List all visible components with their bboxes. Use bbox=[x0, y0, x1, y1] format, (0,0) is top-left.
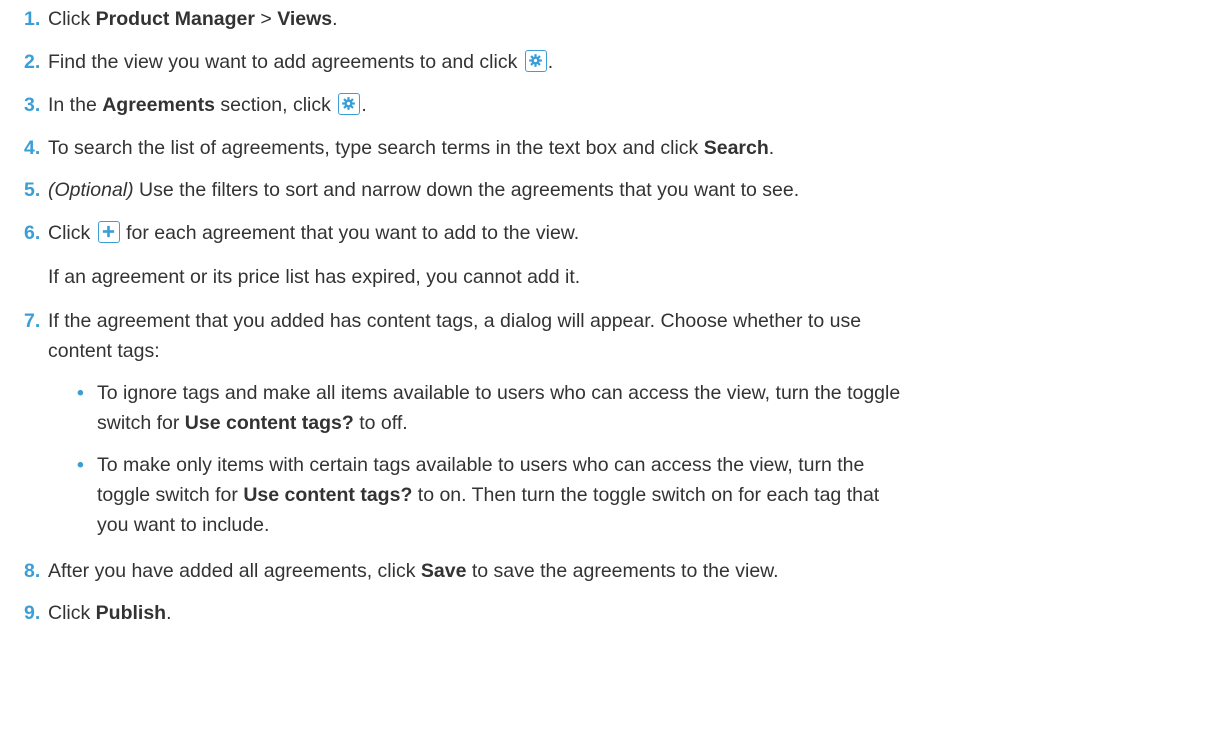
bullet-2-line-2: toggle switch for Use content tags? to o… bbox=[97, 484, 880, 506]
step-text: Click for each agreement that you want t… bbox=[48, 221, 580, 244]
step-text: In the Agreements section, click . bbox=[48, 93, 367, 116]
step-7-text-cont: content tags: bbox=[48, 340, 160, 362]
step-number: 6. bbox=[24, 222, 41, 244]
step-text: If the agreement that you added has cont… bbox=[48, 310, 862, 332]
bullet-marker: • bbox=[77, 382, 84, 404]
step-number: 3. bbox=[24, 94, 41, 116]
gear-icon bbox=[338, 93, 361, 115]
bullet-1-line-1: To ignore tags and make all items availa… bbox=[97, 382, 901, 404]
plus-icon bbox=[97, 221, 120, 243]
menu-product-manager: Product Manager bbox=[95, 8, 255, 30]
bullet-marker: • bbox=[77, 454, 84, 476]
save-button-label: Save bbox=[420, 560, 467, 582]
bullet-1-line-2: switch for Use content tags? to off. bbox=[97, 412, 408, 434]
step-text: Find the view you want to add agreements… bbox=[48, 50, 554, 73]
step-text: Click Product Manager > Views. bbox=[48, 8, 338, 30]
step-6-note: If an agreement or its price list has ex… bbox=[48, 266, 581, 288]
use-content-tags-label: Use content tags? bbox=[243, 484, 413, 506]
step-text: To search the list of agreements, type s… bbox=[48, 137, 775, 159]
step-number: 8. bbox=[24, 560, 41, 582]
gear-icon bbox=[524, 50, 547, 72]
bullet-2-line-3: you want to include. bbox=[97, 514, 270, 536]
use-content-tags-label: Use content tags? bbox=[184, 412, 354, 434]
bullet-2-line-1: To make only items with certain tags ava… bbox=[97, 454, 865, 476]
step-number: 7. bbox=[24, 310, 41, 332]
step-number: 9. bbox=[24, 602, 41, 624]
step-number: 4. bbox=[24, 137, 41, 159]
search-button-label: Search bbox=[703, 137, 769, 159]
optional-label: (Optional) bbox=[48, 179, 134, 201]
section-agreements: Agreements bbox=[102, 94, 215, 116]
step-text: (Optional) Use the filters to sort and n… bbox=[48, 179, 800, 201]
publish-button-label: Publish bbox=[95, 602, 167, 624]
step-text: After you have added all agreements, cli… bbox=[48, 560, 779, 582]
step-text: Click Publish. bbox=[48, 602, 172, 624]
step-number: 5. bbox=[24, 179, 41, 201]
step-number: 2. bbox=[24, 51, 41, 73]
menu-views: Views bbox=[277, 8, 333, 30]
step-number: 1. bbox=[24, 8, 41, 30]
